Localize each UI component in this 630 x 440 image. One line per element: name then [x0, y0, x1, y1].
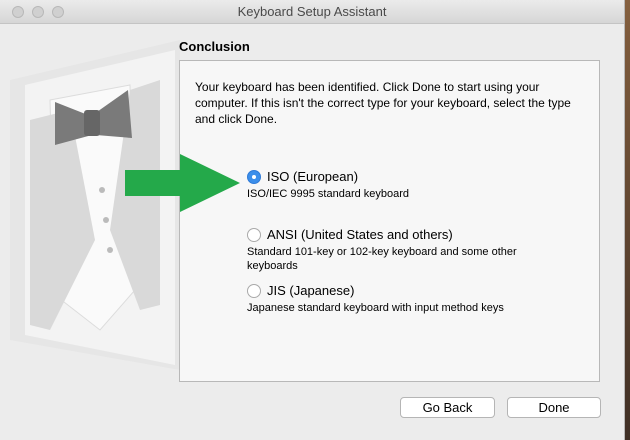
title-bar: Keyboard Setup Assistant	[0, 0, 624, 24]
option-jis-label[interactable]: JIS (Japanese)	[267, 283, 354, 298]
radio-ansi[interactable]	[247, 228, 261, 242]
green-arrow-icon	[125, 154, 240, 212]
done-button[interactable]: Done	[507, 397, 601, 418]
radio-iso[interactable]	[247, 170, 261, 184]
page-title: Conclusion	[179, 39, 250, 54]
option-ansi-label[interactable]: ANSI (United States and others)	[267, 227, 453, 242]
window-title: Keyboard Setup Assistant	[237, 4, 387, 19]
option-jis-description: Japanese standard keyboard with input me…	[247, 302, 504, 314]
option-ansi-description: Standard 101-key or 102-key keyboard and…	[247, 246, 517, 272]
keyboard-type-panel: Your keyboard has been identified. Click…	[179, 60, 600, 382]
tuxedo-illustration	[10, 40, 180, 370]
option-iso-description: ISO/IEC 9995 standard keyboard	[247, 188, 410, 200]
option-iso-label[interactable]: ISO (European)	[267, 169, 358, 184]
identification-message: Your keyboard has been identified. Click…	[195, 80, 571, 126]
keyboard-setup-window: Keyboard Setup Assistant Conclusion Your…	[0, 0, 625, 440]
radio-jis[interactable]	[247, 284, 261, 298]
go-back-button[interactable]: Go Back	[400, 397, 495, 418]
